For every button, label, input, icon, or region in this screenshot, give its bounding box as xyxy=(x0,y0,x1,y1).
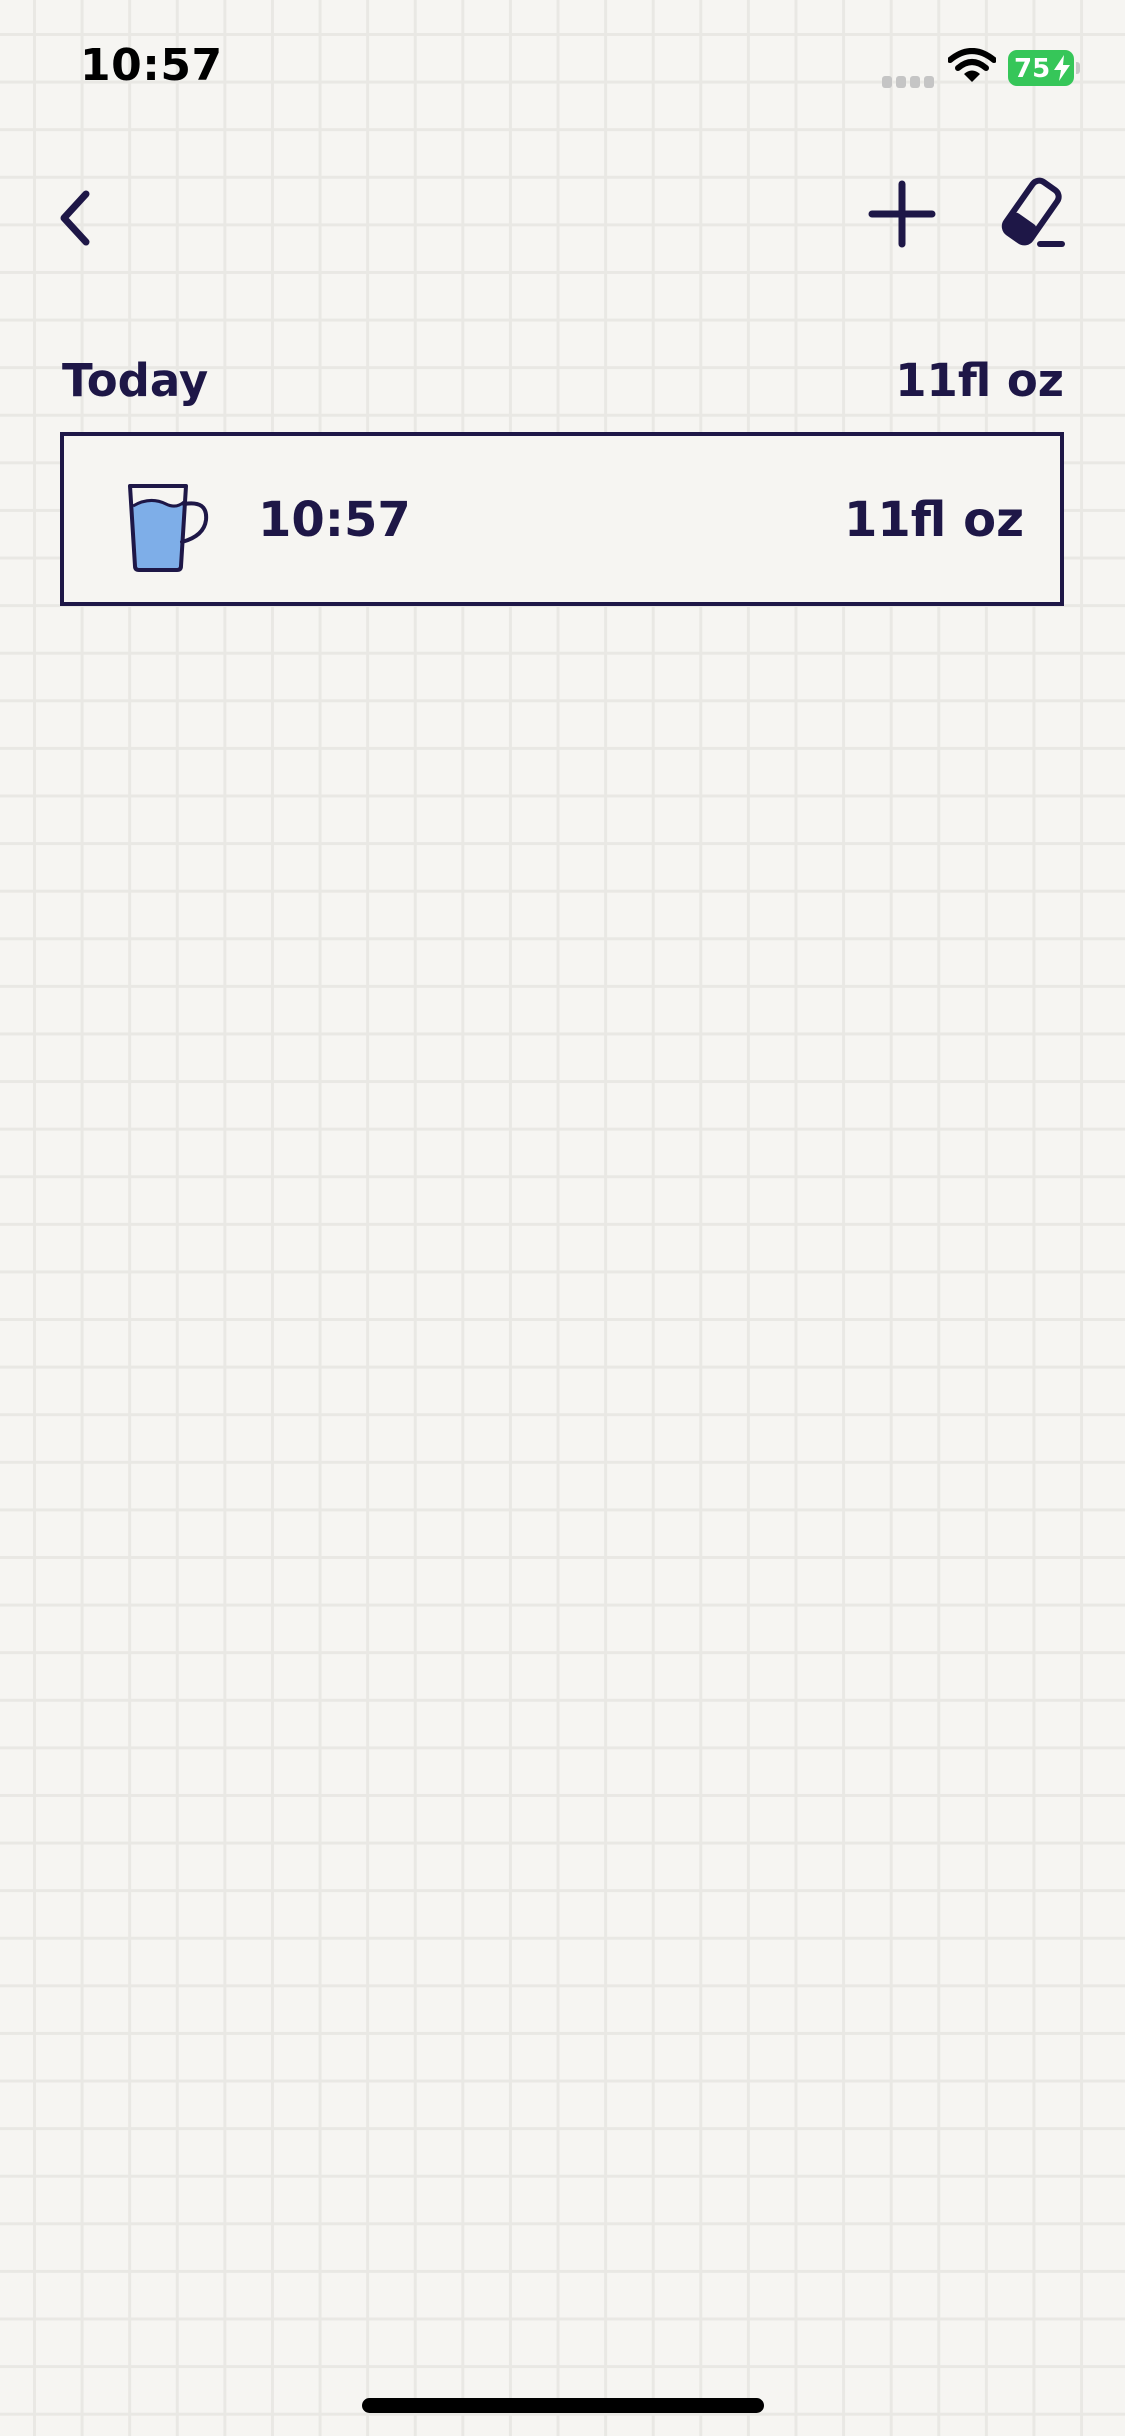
home-indicator[interactable] xyxy=(362,2398,764,2413)
back-button[interactable] xyxy=(50,180,110,260)
eraser-icon xyxy=(1001,177,1065,247)
section-title: Today xyxy=(62,354,209,407)
battery-level: 75 xyxy=(1014,54,1051,84)
charging-bolt-icon xyxy=(1054,55,1070,81)
status-time: 10:57 xyxy=(80,40,223,91)
battery-charging-icon: 75 xyxy=(1008,50,1080,86)
status-bar: 10:57 75 xyxy=(0,0,1125,140)
cellular-signal-icon xyxy=(882,76,934,88)
entry-time: 10:57 xyxy=(258,492,411,548)
intake-entry-row[interactable]: 10:57 11fl oz xyxy=(60,432,1064,606)
plus-icon xyxy=(868,180,936,248)
water-cup-icon xyxy=(128,484,209,572)
entry-amount: 11fl oz xyxy=(844,492,1024,548)
wifi-icon xyxy=(948,48,996,82)
day-section-header: Today 11fl oz xyxy=(62,348,1064,412)
add-entry-button[interactable] xyxy=(862,176,942,256)
section-total: 11fl oz xyxy=(895,354,1064,407)
edit-button[interactable] xyxy=(990,176,1070,256)
chevron-left-icon xyxy=(60,190,90,246)
